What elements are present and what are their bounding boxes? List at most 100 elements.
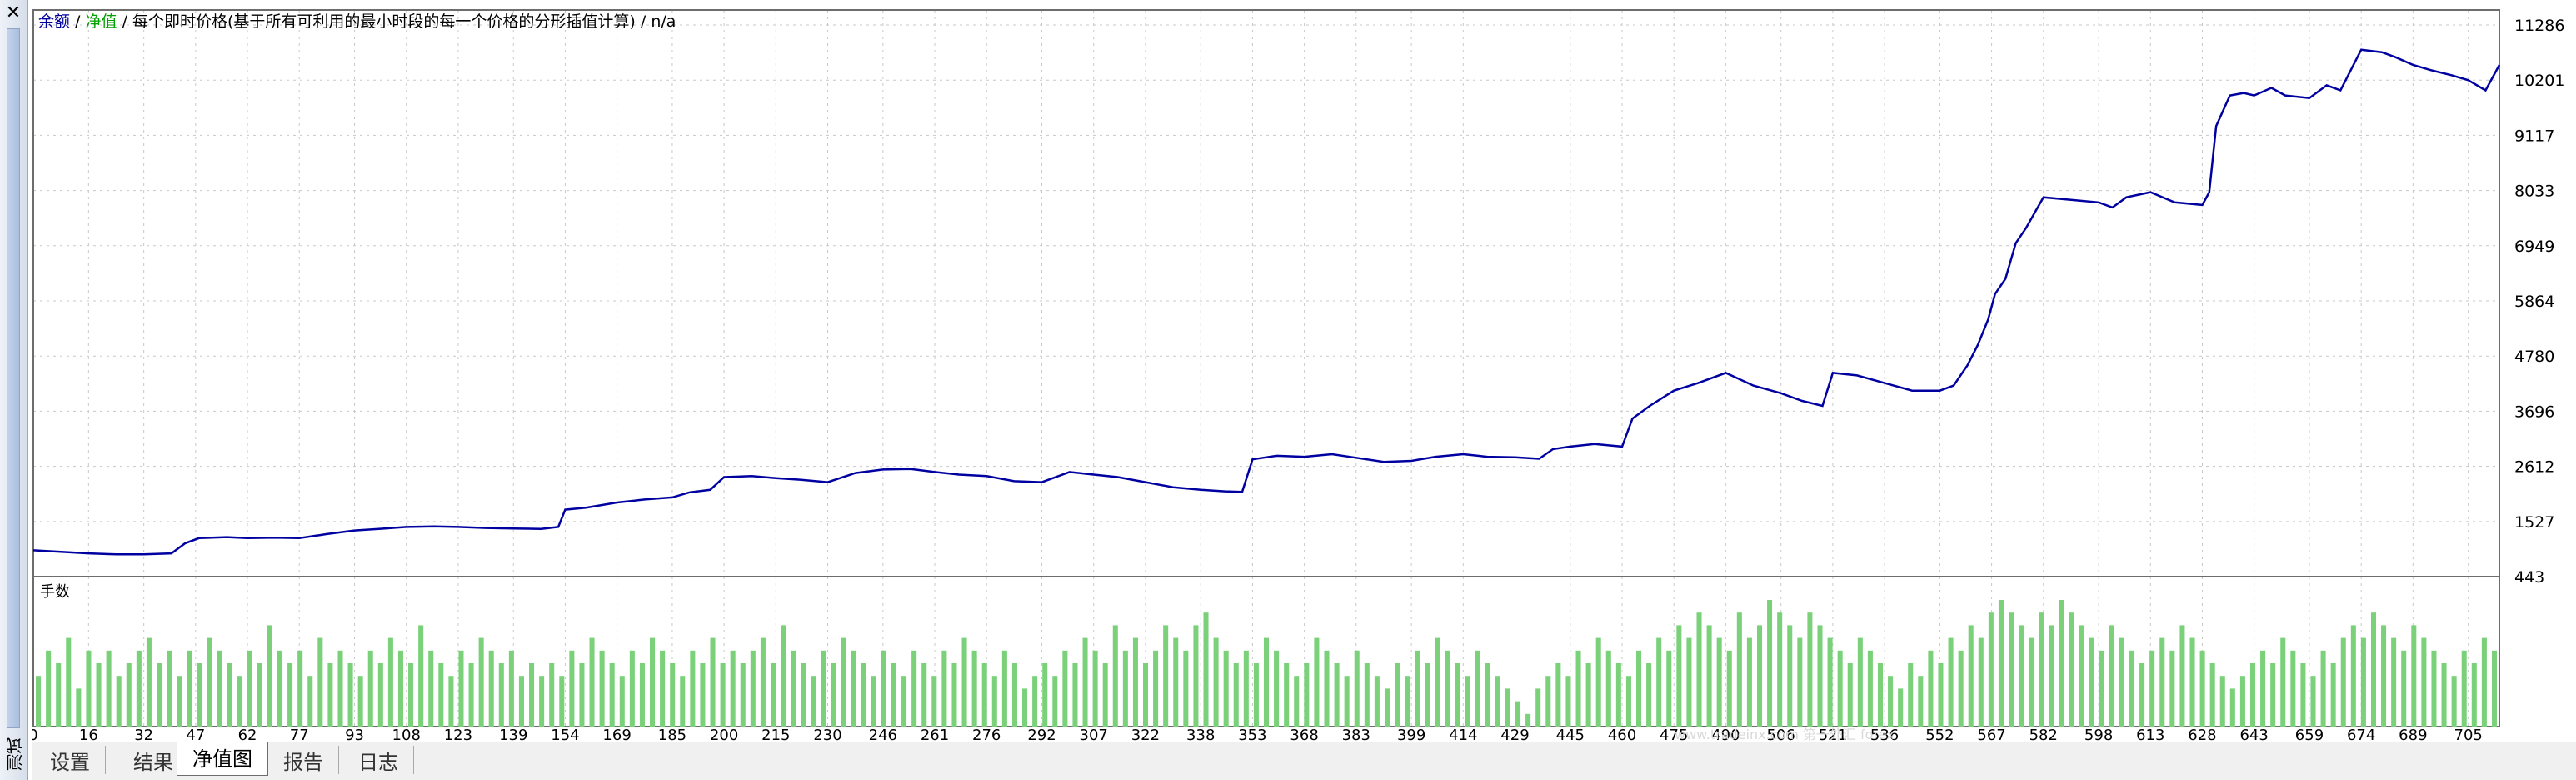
volume-bar	[951, 663, 957, 727]
volume-bar	[1978, 638, 1984, 727]
tab-journal[interactable]: 日志	[343, 746, 414, 774]
volume-bar	[1625, 676, 1631, 727]
volume-bar	[720, 663, 726, 727]
watermark-text: www.tradeinx.com 第一外汇 forex	[1675, 727, 1895, 742]
volume-bar	[167, 650, 172, 727]
volume-bar	[1938, 663, 1944, 727]
volume-bar	[1334, 663, 1340, 727]
volume-bar	[1646, 663, 1652, 727]
volume-bar	[579, 663, 585, 727]
volume-bar	[1837, 650, 1843, 727]
volume-bar	[619, 676, 625, 727]
x-tick-label: 169	[602, 727, 631, 742]
volume-bar	[2471, 663, 2477, 727]
volume-bar	[1263, 638, 1270, 727]
volume-bar	[1243, 650, 1249, 727]
volume-bar	[478, 638, 484, 727]
volume-bar	[56, 663, 62, 727]
volume-bar	[317, 638, 323, 727]
x-tick-label: 368	[1290, 727, 1318, 742]
close-icon[interactable]: ✕	[2, 2, 25, 25]
x-tick-label: 674	[2347, 727, 2375, 742]
x-tick-label: 689	[2399, 727, 2427, 742]
volume-bar	[1495, 676, 1500, 727]
y-tick-label: 5864	[2514, 292, 2554, 311]
volume-bar	[1213, 638, 1219, 727]
volume-bar	[116, 676, 122, 727]
volume-bar	[267, 625, 272, 727]
volume-bar	[791, 650, 796, 727]
volume-bar	[2129, 650, 2135, 727]
x-tick-label: 460	[1608, 727, 1636, 742]
side-strip	[7, 28, 20, 728]
volume-bar	[2159, 638, 2165, 727]
x-tick-label: 399	[1397, 727, 1425, 742]
volume-bar	[1716, 638, 1722, 727]
x-tick-label: 292	[1027, 727, 1056, 742]
volume-bar	[2149, 650, 2155, 727]
volume-bar	[1163, 625, 1169, 727]
volume-bar	[781, 625, 786, 727]
volume-bar	[2109, 625, 2114, 727]
volume-bar	[841, 638, 846, 727]
volume-bar	[639, 663, 645, 727]
volume-bar	[1374, 676, 1380, 727]
volume-bar	[1032, 676, 1038, 727]
y-tick-label: 10201	[2514, 72, 2564, 90]
x-tick-label: 613	[2136, 727, 2164, 742]
volume-bar	[1233, 663, 1239, 727]
volume-bar	[2029, 638, 2034, 727]
extra-info: n/a	[651, 12, 676, 31]
volume-bar	[1736, 612, 1742, 727]
x-tick-label: 322	[1131, 727, 1160, 742]
tab-settings[interactable]: 设置	[35, 746, 106, 774]
volume-bar	[2451, 676, 2457, 727]
x-tick-label: 185	[658, 727, 686, 742]
volume-bar	[1395, 663, 1400, 727]
volume-bar	[1485, 663, 1490, 727]
volume-bar	[377, 663, 383, 727]
x-axis-ticks: 0 16 32 47 62 77 93 108 123 139 154 169 185 200 215 230…	[32, 727, 2483, 742]
volume-bar	[660, 650, 666, 727]
grid-layer	[32, 10, 2499, 727]
volume-bar	[257, 663, 262, 727]
volume-bar	[1284, 663, 1290, 727]
x-tick-label: 338	[1186, 727, 1215, 742]
volume-bar	[337, 650, 343, 727]
volume-bar	[136, 650, 142, 727]
volume-bar	[1314, 638, 1320, 727]
volume-bar	[2431, 650, 2437, 727]
volume-bar	[126, 663, 132, 727]
x-tick-label: 643	[2239, 727, 2268, 742]
volume-bar	[1777, 612, 1783, 727]
volume-bar	[1585, 663, 1591, 727]
volume-bar	[891, 663, 896, 727]
volume-bar	[1595, 638, 1601, 727]
volume-bar	[1183, 650, 1189, 727]
tester-label: 测试	[6, 738, 26, 771]
volume-bar	[529, 663, 535, 727]
volume-bar	[1807, 612, 1813, 727]
tab-equity-graph[interactable]: 净值图	[177, 742, 268, 776]
volume-bar	[1636, 650, 1642, 727]
volume-bar	[2381, 625, 2387, 727]
volume-bar	[1011, 663, 1017, 727]
tab-report[interactable]: 报告	[268, 746, 339, 774]
volume-bar	[387, 638, 393, 727]
volume-bar	[1787, 625, 1793, 727]
volume-bar	[448, 676, 454, 727]
volume-bar	[86, 650, 92, 727]
x-tick-label: 261	[921, 727, 949, 742]
volume-bar	[2079, 625, 2084, 727]
volume-bar	[1435, 638, 1440, 727]
volume-bar	[227, 663, 232, 727]
volume-bar	[287, 663, 293, 727]
volume-bar	[1867, 650, 1873, 727]
volume-bar	[2370, 612, 2376, 727]
volume-bar	[36, 676, 42, 727]
x-tick-label: 123	[444, 727, 472, 742]
volume-bar	[831, 663, 836, 727]
volume-bar	[851, 650, 856, 727]
volume-bar	[2009, 612, 2014, 727]
volume-bar	[217, 650, 222, 727]
